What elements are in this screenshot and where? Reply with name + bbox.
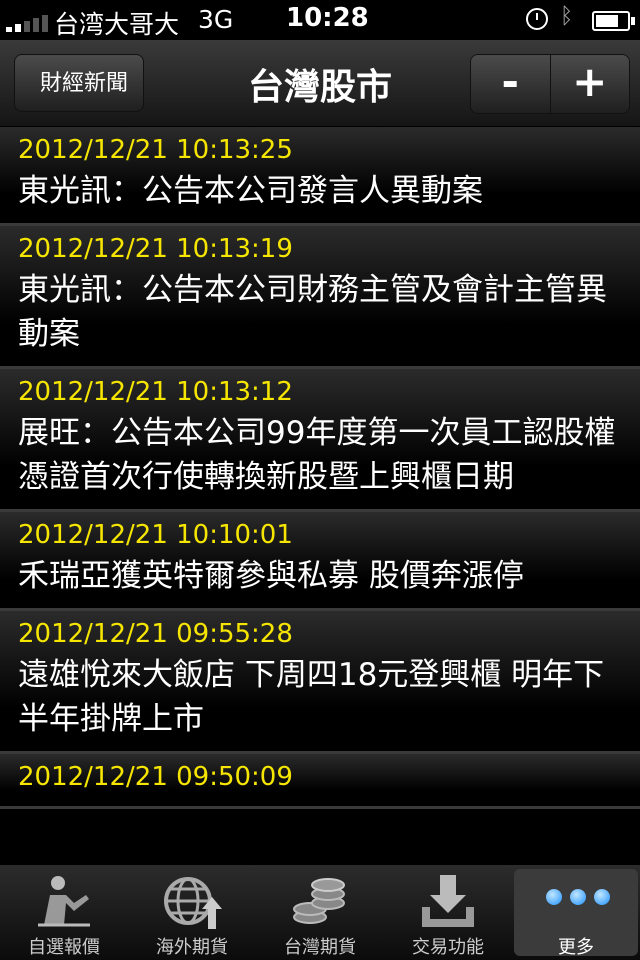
tab-bar: 自選報價 海外期貨 台灣期貨 交易功能 更多 xyxy=(0,865,640,960)
news-time: 2012/12/21 10:13:25 xyxy=(18,135,293,165)
carrier-name: 台湾大哥大 xyxy=(54,10,180,39)
news-headline: 東光訊：公告本公司發言人異動案 xyxy=(18,173,483,209)
tab-label: 自選報價 xyxy=(28,937,100,958)
status-time: 10:28 xyxy=(286,3,369,33)
news-headline: 禾瑞亞獲英特爾參與私募 股價奔漲停 xyxy=(18,558,524,594)
news-time: 2012/12/21 10:13:19 xyxy=(18,234,293,264)
news-time: 2012/12/21 10:13:12 xyxy=(18,377,293,407)
increase-font-button[interactable]: + xyxy=(549,55,629,113)
tab-label: 海外期貨 xyxy=(156,937,228,958)
news-headline: 遠雄悅來大飯店 下周四18元登興櫃 明年下半年掛牌上市 xyxy=(18,657,605,737)
coins-icon xyxy=(293,878,345,924)
font-size-control: - + xyxy=(470,54,630,114)
signal-strength-icon xyxy=(6,12,48,32)
news-item[interactable]: 2012/12/21 10:13:19 東光訊：公告本公司財務主管及會計主管異動… xyxy=(0,226,640,369)
navigation-bar: 財經新聞 台灣股市 - + xyxy=(0,40,640,127)
page-title: 台灣股市 xyxy=(247,67,392,108)
news-item[interactable]: 2012/12/21 09:50:09 xyxy=(0,754,640,809)
tab-label: 更多 xyxy=(558,937,594,958)
news-time: 2012/12/21 09:55:28 xyxy=(18,619,293,649)
network-type: 3G xyxy=(198,5,234,34)
more-dots-icon xyxy=(546,889,610,905)
status-bar: 台湾大哥大 3G 10:28 ᛒ xyxy=(0,0,640,40)
news-time: 2012/12/21 09:50:09 xyxy=(18,762,293,792)
news-headline: 展旺：公告本公司99年度第一次員工認股權憑證首次行使轉換新股暨上興櫃日期 xyxy=(18,415,616,495)
tab-taiwan-futures[interactable]: 台灣期貨 xyxy=(256,865,384,960)
news-item[interactable]: 2012/12/21 10:13:12 展旺：公告本公司99年度第一次員工認股權… xyxy=(0,369,640,512)
tab-overseas-futures[interactable]: 海外期貨 xyxy=(128,865,256,960)
tab-watchlist[interactable]: 自選報價 xyxy=(0,865,128,960)
news-item[interactable]: 2012/12/21 10:10:01 禾瑞亞獲英特爾參與私募 股價奔漲停 xyxy=(0,512,640,611)
news-time: 2012/12/21 10:10:01 xyxy=(18,520,293,550)
decrease-font-button[interactable]: - xyxy=(471,55,550,113)
tab-trading[interactable]: 交易功能 xyxy=(384,865,512,960)
back-button[interactable]: 財經新聞 xyxy=(14,54,144,112)
globe-arrow-icon xyxy=(164,877,222,929)
alarm-icon xyxy=(526,8,548,30)
bluetooth-icon: ᛒ xyxy=(560,4,574,29)
news-item[interactable]: 2012/12/21 09:55:28 遠雄悅來大飯店 下周四18元登興櫃 明年… xyxy=(0,611,640,754)
news-list: 2012/12/21 10:13:25 東光訊：公告本公司發言人異動案 2012… xyxy=(0,127,640,865)
tab-more[interactable]: 更多 xyxy=(514,869,638,958)
news-headline: 東光訊：公告本公司財務主管及會計主管異動案 xyxy=(18,272,607,352)
battery-icon xyxy=(592,11,635,31)
news-item[interactable]: 2012/12/21 10:13:25 東光訊：公告本公司發言人異動案 xyxy=(0,127,640,226)
tab-label: 交易功能 xyxy=(412,937,484,958)
download-tray-icon xyxy=(422,875,474,927)
person-chart-icon xyxy=(38,876,90,927)
tab-label: 台灣期貨 xyxy=(284,937,356,958)
